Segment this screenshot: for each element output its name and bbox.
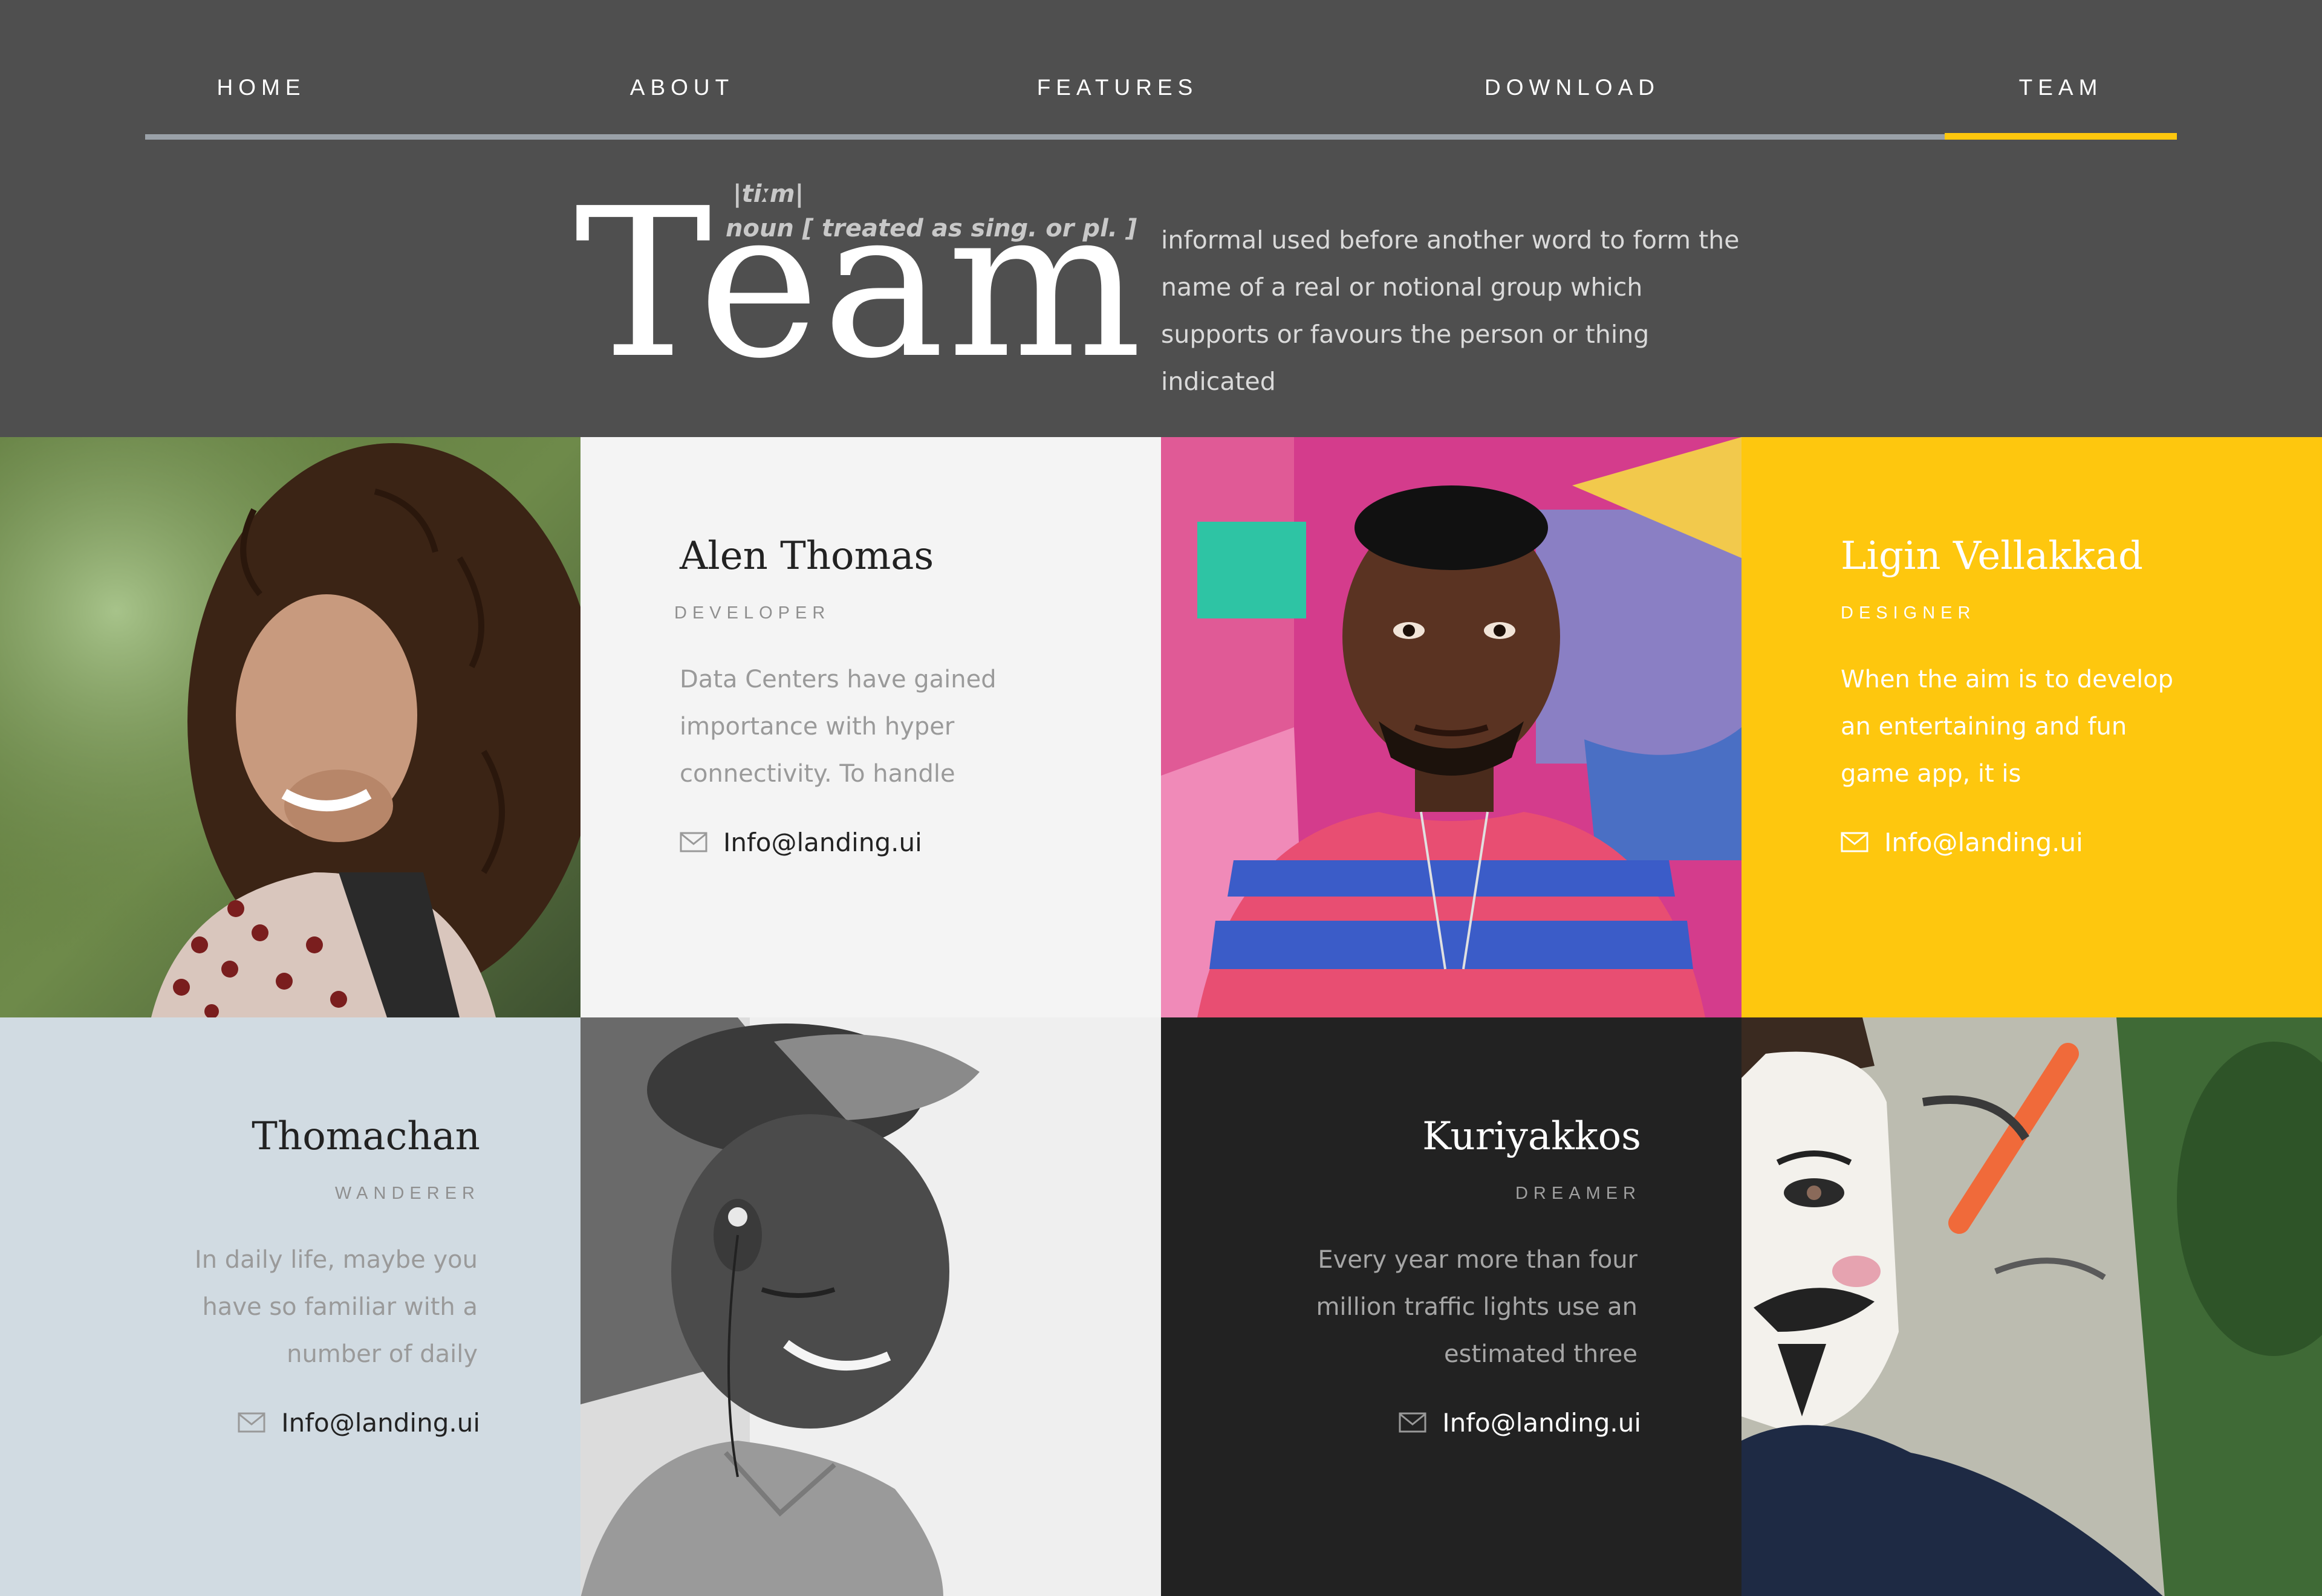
photo-curly-hair-woman <box>0 437 580 1017</box>
member-name: Alen Thomas <box>680 534 934 579</box>
nav-item-download[interactable]: DOWNLOAD <box>1456 60 1688 115</box>
member-role: DEVELOPER <box>674 603 831 623</box>
member-role: DREAMER <box>1515 1184 1641 1203</box>
nav-item-about[interactable]: ABOUT <box>566 60 798 115</box>
email-link[interactable]: Info@landing.ui <box>1841 824 2083 860</box>
mail-icon <box>238 1412 265 1433</box>
mask-portrait-image <box>1742 1017 2322 1596</box>
member-description: In daily life, maybe you have so familia… <box>194 1246 478 1368</box>
photo-person-with-cap <box>580 1017 1161 1596</box>
part-of-speech: noun [ treated as sing. or pl. ] <box>726 215 1137 242</box>
member-description: Every year more than four million traffi… <box>1316 1246 1637 1368</box>
team-card-kuriyakkos: Kuriyakkos DREAMER Every year more than … <box>1161 1017 1742 1596</box>
member-description: When the aim is to develop an entertaini… <box>1841 666 2174 788</box>
phonetic-spelling: |tiːm| <box>733 180 804 208</box>
member-role: DESIGNER <box>1841 603 1976 623</box>
definition-text: informal used before another word to for… <box>1161 225 1740 396</box>
header: HOME ABOUT FEATURES DOWNLOAD TEAM Team |… <box>0 0 2322 437</box>
member-name: Ligin Vellakkad <box>1841 534 2143 579</box>
email-address: Info@landing.ui <box>281 1407 480 1438</box>
nav-item-features[interactable]: FEATURES <box>1001 60 1234 115</box>
email-address: Info@landing.ui <box>723 827 922 857</box>
man-portrait-image <box>1161 437 1742 1017</box>
team-card-ligin-vellakkad: Ligin Vellakkad DESIGNER When the aim is… <box>1742 437 2322 1017</box>
mail-icon <box>1399 1412 1426 1433</box>
mail-icon <box>680 832 707 852</box>
mail-icon <box>1841 832 1868 852</box>
nav-active-indicator <box>1945 133 2177 140</box>
email-address: Info@landing.ui <box>1442 1407 1641 1438</box>
nav-divider <box>145 134 2177 140</box>
woman-portrait-image <box>0 437 580 1017</box>
member-role: WANDERER <box>334 1184 480 1203</box>
member-name: Thomachan <box>252 1114 480 1159</box>
email-link[interactable]: Info@landing.ui <box>680 824 922 860</box>
team-card-thomachan: Thomachan WANDERER In daily life, maybe … <box>0 1017 580 1596</box>
team-card-alen-thomas: Alen Thomas DEVELOPER Data Centers have … <box>580 437 1161 1017</box>
nav-item-home[interactable]: HOME <box>145 60 377 115</box>
cap-portrait-image <box>580 1017 1161 1596</box>
member-name: Kuriyakkos <box>1422 1114 1641 1159</box>
page-title: Team <box>574 164 1145 404</box>
photo-masked-person <box>1742 1017 2322 1596</box>
nav-item-team[interactable]: TEAM <box>1945 60 2177 115</box>
member-description: Data Centers have gained importance with… <box>680 666 997 788</box>
photo-man-graffiti <box>1161 437 1742 1017</box>
email-link[interactable]: Info@landing.ui <box>238 1404 480 1441</box>
email-address: Info@landing.ui <box>1884 827 2083 857</box>
email-link[interactable]: Info@landing.ui <box>1399 1404 1641 1441</box>
main-nav: HOME ABOUT FEATURES DOWNLOAD TEAM <box>145 60 2177 141</box>
